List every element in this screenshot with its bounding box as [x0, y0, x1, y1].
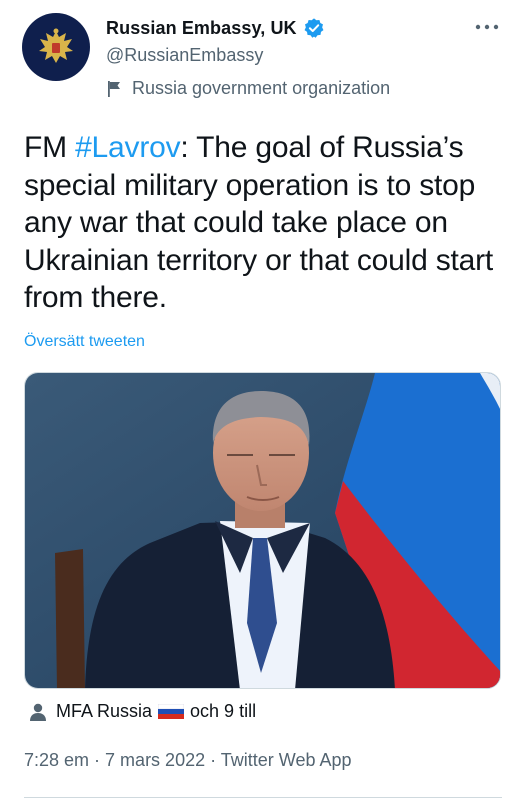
eagle-emblem-icon [39, 28, 73, 63]
author-handle[interactable]: @RussianEmbassy [106, 45, 263, 66]
government-label-text: Russia government organization [132, 78, 391, 98]
translate-tweet-link[interactable]: Översätt tweeten [24, 333, 145, 351]
display-name[interactable]: Russian Embassy, UK [106, 18, 297, 39]
avatar[interactable] [22, 13, 90, 81]
flag-label-icon [108, 80, 120, 97]
tweet-date[interactable]: 7 mars 2022 [105, 750, 205, 770]
tagged-account[interactable]: MFA Russia [56, 701, 152, 722]
person-icon [30, 703, 46, 721]
tweet-prefix: FM [24, 131, 76, 164]
tweet-photo[interactable] [24, 372, 501, 689]
tweet-time[interactable]: 7:28 em [24, 750, 89, 770]
media-tags[interactable]: MFA Russia och 9 till [28, 701, 256, 722]
government-label[interactable]: Russia government organization [106, 78, 390, 99]
meta-separator-1: · [89, 750, 106, 770]
meta-separator-2: · [205, 750, 221, 770]
lavrov-portrait-image [25, 373, 500, 688]
tagged-others[interactable]: och 9 till [190, 701, 256, 722]
hashtag-link[interactable]: #Lavrov [75, 131, 181, 164]
tweet-meta: 7:28 em · 7 mars 2022 · Twitter Web App [24, 750, 352, 771]
tweet-source[interactable]: Twitter Web App [221, 750, 352, 770]
more-dots-icon[interactable] [474, 22, 500, 32]
verified-badge-icon [304, 18, 324, 38]
divider [24, 797, 502, 798]
author-name-row[interactable]: Russian Embassy, UK [106, 17, 325, 39]
tweet-text: FM #Lavrov: The goal of Russia’s special… [24, 129, 514, 317]
russian-flag-icon [158, 704, 185, 719]
